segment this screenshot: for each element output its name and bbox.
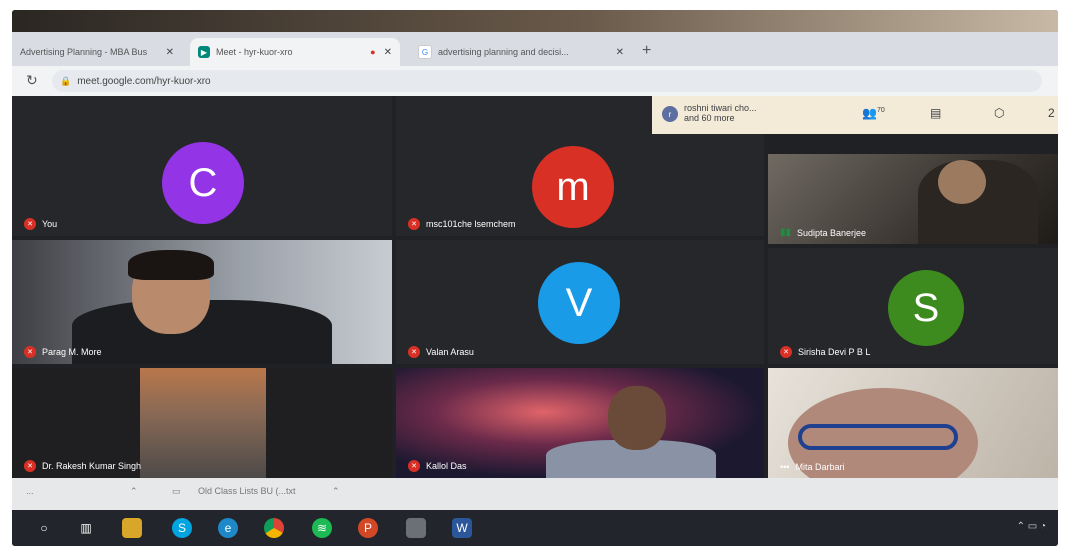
tab-advertising-decisions[interactable]: G advertising planning and decisi... ✕ <box>410 38 632 66</box>
avatar: m <box>532 146 614 228</box>
task-view-icon[interactable]: ▥ <box>76 518 96 538</box>
chevron-up-icon[interactable]: ⌃ <box>130 486 138 497</box>
chevron-up-icon[interactable]: ⌃ <box>332 486 340 497</box>
speaking-icon: ▮▮ <box>780 227 792 238</box>
mic-off-icon: ✕ <box>24 346 36 358</box>
photos-icon[interactable] <box>406 518 426 538</box>
more-options-icon[interactable]: ••• <box>780 462 789 472</box>
participant-count: 70 <box>876 107 885 114</box>
participant-name: ✕ Dr. Rakesh Kumar Singh <box>24 460 141 472</box>
tab-label: advertising planning and decisi... <box>438 47 569 57</box>
participant-name: ✕ Parag M. More <box>24 346 102 358</box>
close-icon[interactable]: ✕ <box>384 47 392 58</box>
screen-frame: Advertising Planning - MBA Bus ✕ ▶ Meet … <box>12 10 1058 546</box>
reload-icon[interactable]: ↻ <box>26 72 38 89</box>
close-icon[interactable]: ✕ <box>166 47 174 58</box>
address-bar: ↻ 🔒 meet.google.com/hyr-kuor-xro <box>12 66 1058 96</box>
mic-off-icon: ✕ <box>24 460 36 472</box>
participant-name: ••• Mita Darbari <box>780 462 845 472</box>
avatar: C <box>162 142 244 224</box>
tab-label: Meet - hyr-kuor-xro <box>216 47 293 57</box>
mic-off-icon: ✕ <box>408 218 420 230</box>
participant-name: ▮▮ Sudipta Banerjee <box>780 227 867 238</box>
url-text: meet.google.com/hyr-kuor-xro <box>77 75 211 87</box>
tile-parag[interactable]: ✕ Parag M. More <box>12 240 392 364</box>
participant-hair <box>128 250 214 280</box>
url-field[interactable]: 🔒 meet.google.com/hyr-kuor-xro <box>52 70 1042 92</box>
meet-favicon-icon: ▶ <box>198 46 210 58</box>
avatar: r <box>662 106 678 122</box>
search-icon[interactable]: ○ <box>34 518 54 538</box>
participant-name: ✕ You <box>24 218 57 230</box>
tile-kallol[interactable]: ✕ Kallol Das <box>396 368 764 478</box>
tile-sudipta[interactable]: ▮▮ Sudipta Banerjee <box>768 154 1058 244</box>
word-icon[interactable]: W <box>452 518 472 538</box>
close-icon[interactable]: ✕ <box>616 47 624 58</box>
participant-name: ✕ Sirisha Devi P B L <box>780 346 870 358</box>
lock-icon: 🔒 <box>60 75 72 86</box>
tab-advertising-planning[interactable]: Advertising Planning - MBA Bus ✕ <box>12 38 182 66</box>
more-count[interactable]: 2 <box>1048 106 1055 120</box>
participant-name: ✕ Kallol Das <box>408 460 467 472</box>
participant-name: ✕ msc101che lsemchem <box>408 218 516 230</box>
meet-header: r roshni tiwari cho... and 60 more 👥70 ▤… <box>652 96 1058 134</box>
browser-tabbar: Advertising Planning - MBA Bus ✕ ▶ Meet … <box>12 32 1058 66</box>
tab-label: Advertising Planning - MBA Bus <box>20 47 148 57</box>
new-tab-button[interactable]: + <box>642 42 651 60</box>
meet-grid: C ✕ You m ✕ msc101che lsemchem ▮▮ Sudipta B… <box>12 96 1058 478</box>
windows-taskbar: ○ ▥ S e ≋ P W ⌃ ▭ ◔ <box>12 510 1058 546</box>
tile-mita[interactable]: ••• Mita Darbari <box>768 368 1058 478</box>
activities-icon[interactable]: ⬡ <box>994 106 1004 120</box>
mic-off-icon: ✕ <box>408 346 420 358</box>
recording-dot-icon: ● <box>370 47 376 57</box>
powerpoint-icon[interactable]: P <box>358 518 378 538</box>
people-icon[interactable]: 👥70 <box>862 106 885 120</box>
skype-icon[interactable]: S <box>172 518 192 538</box>
mic-off-icon: ✕ <box>24 218 36 230</box>
participant-face <box>938 160 986 204</box>
tile-you[interactable]: C ✕ You <box>12 96 392 236</box>
mic-off-icon: ✕ <box>408 460 420 472</box>
chrome-icon[interactable] <box>264 518 284 538</box>
tile-sirisha[interactable]: S ✕ Sirisha Devi P B L <box>768 248 1058 364</box>
tab-meet[interactable]: ▶ Meet - hyr-kuor-xro ● ✕ <box>190 38 400 66</box>
people-summary[interactable]: r roshni tiwari cho... and 60 more <box>662 103 757 123</box>
download-item[interactable]: Old Class Lists BU (...txt <box>198 486 296 496</box>
tile-rakesh[interactable]: ✕ Dr. Rakesh Kumar Singh <box>12 368 392 478</box>
google-favicon-icon: G <box>418 45 432 59</box>
people-line2: and 60 more <box>684 113 735 123</box>
tile-valan[interactable]: V ✕ Valan Arasu <box>396 240 764 364</box>
system-tray-icon[interactable]: ⌃ ▭ ◔ <box>1017 521 1046 532</box>
file-icon: ▭ <box>172 486 181 496</box>
people-line1: roshni tiwari cho... <box>684 103 757 113</box>
participant-face <box>608 386 666 450</box>
edge-icon[interactable]: e <box>218 518 238 538</box>
mic-off-icon: ✕ <box>780 346 792 358</box>
download-item[interactable]: ... <box>26 486 34 496</box>
spotify-icon[interactable]: ≋ <box>312 518 332 538</box>
chat-icon[interactable]: ▤ <box>930 106 941 120</box>
avatar: V <box>538 262 620 344</box>
glasses-icon <box>798 424 958 450</box>
background-wall <box>12 10 1058 32</box>
participant-name: ✕ Valan Arasu <box>408 346 474 358</box>
downloads-bar: ... ⌃ ▭ Old Class Lists BU (...txt ⌃ <box>12 478 1058 510</box>
file-explorer-icon[interactable] <box>122 518 142 538</box>
avatar: S <box>888 270 964 346</box>
participant-video <box>140 368 266 478</box>
